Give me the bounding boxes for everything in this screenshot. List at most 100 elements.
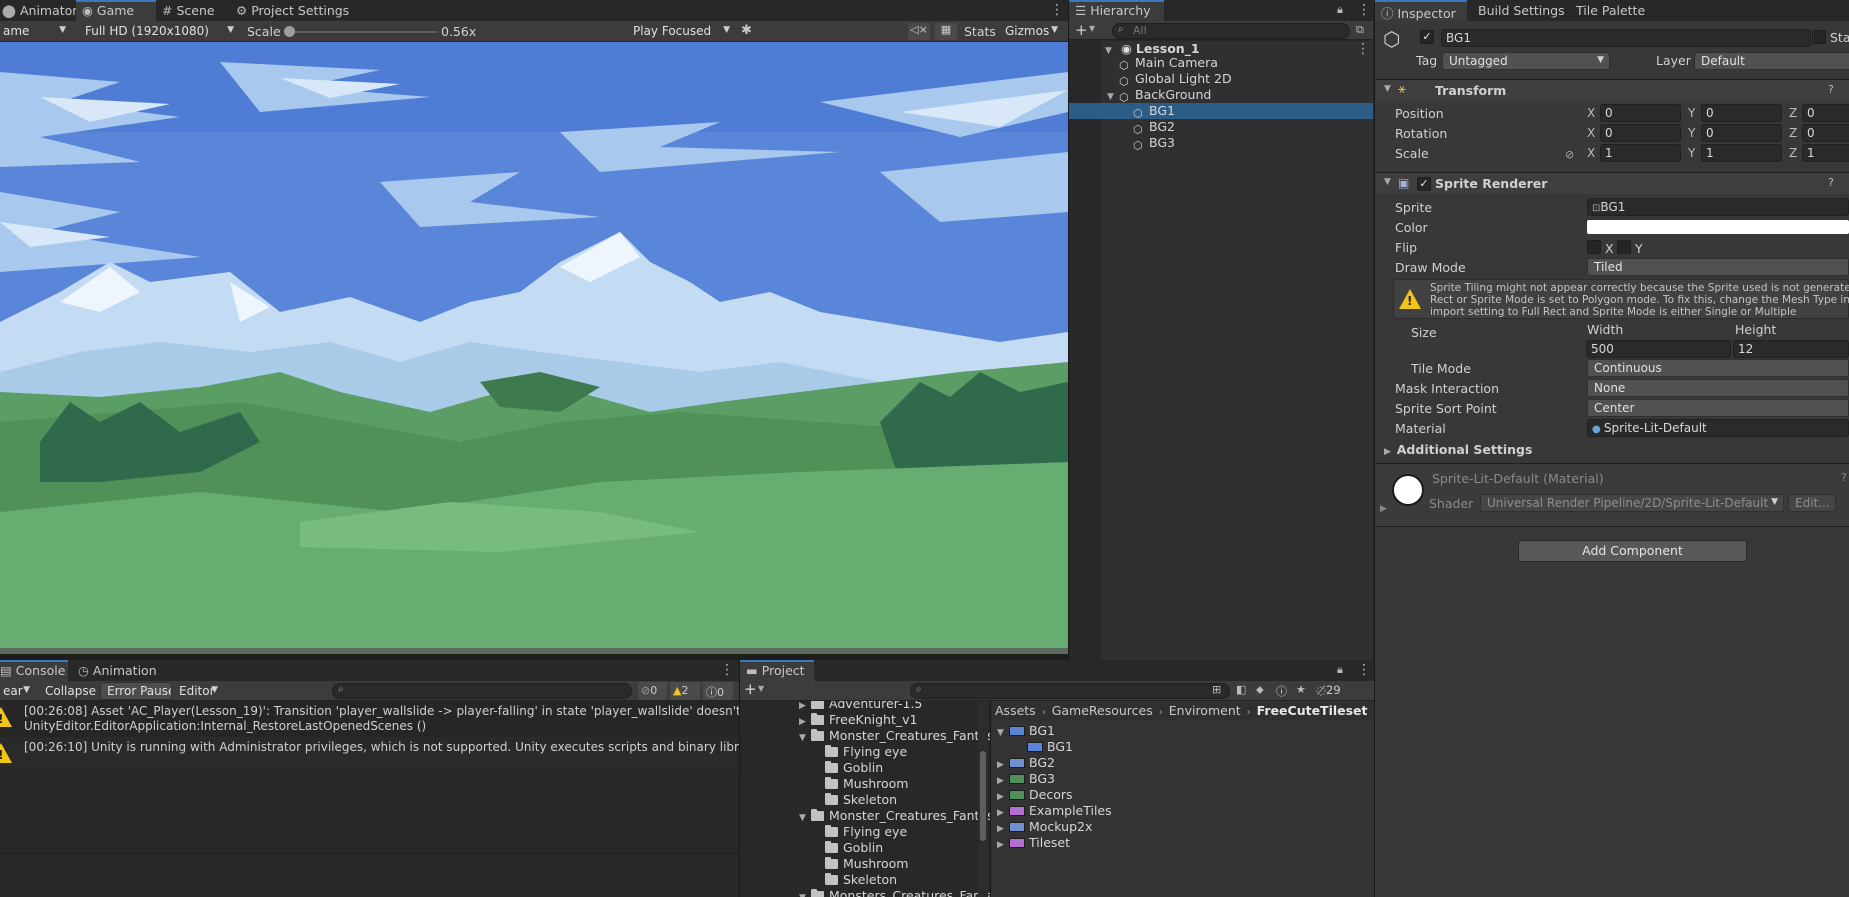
shader-edit-button[interactable]: Edit...	[1788, 494, 1836, 512]
draw-mode-dropdown[interactable]: Tiled	[1587, 258, 1849, 276]
help-icon[interactable]: ?	[1828, 176, 1834, 189]
color-swatch[interactable]	[1587, 220, 1849, 234]
tab-inspector[interactable]: ⓘ Inspector	[1375, 0, 1467, 21]
width-field[interactable]: 500	[1586, 340, 1731, 358]
height-field[interactable]: 12	[1733, 340, 1849, 358]
scale-field[interactable]: 1	[1802, 144, 1849, 162]
tab-hierarchy[interactable]: ☰ Hierarchy	[1069, 0, 1164, 21]
rotation-field[interactable]: 0	[1600, 124, 1681, 142]
tab-console[interactable]: ▤ Console	[0, 660, 68, 681]
shader-dropdown[interactable]: Universal Render Pipeline/2D/Sprite-Lit-…	[1480, 494, 1784, 512]
tab-game[interactable]: ◉ Game	[76, 0, 156, 21]
object-name-field[interactable]: BG1	[1441, 29, 1811, 47]
hierarchy-item[interactable]: ⬡ BG2	[1133, 119, 1175, 136]
display-dropdown[interactable]: ame ▼	[0, 22, 72, 40]
grid-toggle-icon[interactable]: ▦	[935, 23, 957, 40]
breadcrumb-item[interactable]: Enviroment	[1169, 703, 1241, 718]
project-search-input[interactable]: ⌕	[910, 683, 1230, 699]
add-icon[interactable]: +	[744, 680, 757, 698]
position-field[interactable]: 0	[1701, 104, 1782, 122]
project-asset-item[interactable]: ▶ ExampleTiles	[997, 803, 1112, 819]
chevron-down-icon[interactable]: ▼	[1089, 24, 1095, 33]
bug-icon[interactable]: ✱	[741, 23, 752, 38]
breadcrumb-item[interactable]: FreeCuteTileset	[1257, 703, 1368, 718]
hidden-packages-toggle[interactable]: ◌̸29	[1316, 683, 1341, 697]
clear-dropdown[interactable]: ear ▼	[0, 682, 36, 700]
project-folder-item[interactable]: ▶ FreeKnight_v1	[799, 712, 917, 728]
breadcrumb-item[interactable]: Assets	[995, 703, 1036, 718]
filter-by-type-icon[interactable]: ◧	[1236, 683, 1246, 696]
static-checkbox[interactable]	[1812, 30, 1826, 44]
scale-slider[interactable]	[284, 26, 437, 37]
sprite-renderer-enabled-checkbox[interactable]: ✓	[1417, 177, 1431, 191]
console-search-input[interactable]: ⌕	[332, 683, 632, 699]
project-folder-item[interactable]: Skeleton	[813, 792, 897, 808]
filter-by-label-icon[interactable]: ⬥	[1256, 683, 1264, 697]
project-folder-item[interactable]: Skeleton	[813, 872, 897, 888]
breadcrumb-item[interactable]: GameResources	[1052, 703, 1153, 718]
kebab-menu-icon[interactable]: ⋮	[1050, 2, 1064, 18]
editor-dropdown[interactable]: Editor ▼	[172, 682, 224, 700]
active-checkbox[interactable]: ✓	[1420, 30, 1434, 44]
search-by-type-icon[interactable]: ⊞	[1212, 683, 1221, 696]
project-asset-item[interactable]: ▶ Tileset	[997, 835, 1070, 851]
project-asset-item[interactable]: ▶ BG3	[997, 771, 1055, 787]
project-folder-item[interactable]: Goblin	[813, 840, 883, 856]
hierarchy-search-input[interactable]: ⌕ All	[1112, 23, 1350, 39]
chevron-down-icon[interactable]: ▼	[758, 684, 764, 693]
additional-settings-foldout[interactable]: ▶ Additional Settings	[1384, 442, 1532, 457]
rotation-field[interactable]: 0	[1701, 124, 1782, 142]
scale-field[interactable]: 1	[1701, 144, 1782, 162]
position-field[interactable]: 0	[1802, 104, 1849, 122]
scene-visibility-icon[interactable]: ⧉	[1356, 23, 1364, 37]
game-view[interactable]	[0, 42, 1068, 654]
project-folder-item[interactable]: Flying eye	[813, 824, 907, 840]
sprite-field[interactable]: ⊡BG1	[1587, 198, 1849, 216]
tag-dropdown[interactable]: Untagged ▼	[1442, 52, 1610, 70]
project-asset-item[interactable]: ▶ Mockup2x	[997, 819, 1092, 835]
constrain-proportions-icon[interactable]: ⊘	[1565, 148, 1574, 161]
scale-slider-thumb[interactable]	[284, 26, 295, 37]
tab-animation[interactable]: ◷ Animation	[72, 660, 163, 681]
tab-animator[interactable]: ⬤ Animator	[0, 0, 83, 21]
sprite-sort-point-dropdown[interactable]: Center	[1587, 399, 1849, 417]
collapse-toggle[interactable]: Collapse	[38, 682, 98, 700]
project-folder-item[interactable]: ▶ Adventurer-1.5	[799, 701, 922, 712]
kebab-menu-icon[interactable]: ⋮	[720, 662, 734, 678]
tab-build-settings[interactable]: Build Settings	[1472, 0, 1571, 21]
play-mode-dropdown[interactable]: Play Focused ▼	[626, 22, 736, 40]
kebab-menu-icon[interactable]: ⋮	[1357, 662, 1371, 678]
tab-scene[interactable]: # Scene	[156, 0, 221, 21]
project-asset-item[interactable]: ▶ Decors	[997, 787, 1073, 803]
project-asset-item[interactable]: ▼ BG1	[997, 723, 1055, 739]
project-folder-item[interactable]: Goblin	[813, 760, 883, 776]
mask-interaction-dropdown[interactable]: None	[1587, 379, 1849, 397]
tile-mode-dropdown[interactable]: Continuous	[1587, 359, 1849, 377]
project-folder-item[interactable]: ▼ Monster_Creatures_Fantasy(	[799, 808, 990, 824]
hierarchy-item[interactable]: ⬡ BG1	[1133, 103, 1175, 120]
project-folder-item[interactable]: ▼ Monsters_Creatures_Fantasy	[799, 888, 990, 897]
info-icon[interactable]: ⓘ	[1276, 683, 1287, 699]
material-field[interactable]: ● Sprite-Lit-Default	[1587, 419, 1849, 437]
rotation-field[interactable]: 0	[1802, 124, 1849, 142]
lock-icon[interactable]: 🔒︎	[1337, 663, 1343, 677]
kebab-menu-icon[interactable]: ⋮	[1357, 2, 1371, 18]
transform-header[interactable]: ▼ ⚹ Transform ?	[1376, 79, 1849, 101]
layer-dropdown[interactable]: Default	[1694, 52, 1849, 70]
kebab-menu-icon[interactable]: ⋮	[1356, 41, 1370, 57]
project-folder-item[interactable]: Flying eye	[813, 744, 907, 760]
lock-icon[interactable]: 🔒︎	[1337, 3, 1343, 17]
info-count-toggle[interactable]: ⓘ0	[703, 682, 733, 700]
tab-project[interactable]: ▬ Project	[740, 660, 814, 681]
resolution-dropdown[interactable]: Full HD (1920x1080) ▼	[78, 22, 240, 40]
scrollbar-thumb[interactable]	[980, 751, 986, 841]
hierarchy-item[interactable]: ⬡ Main Camera	[1119, 55, 1218, 72]
project-folder-item[interactable]: Mushroom	[813, 776, 908, 792]
project-asset-item[interactable]: ▶ BG2	[997, 755, 1055, 771]
position-field[interactable]: 0	[1600, 104, 1681, 122]
favorite-star-icon[interactable]: ★	[1296, 683, 1306, 696]
hierarchy-item[interactable]: ⬡ Global Light 2D	[1119, 71, 1232, 88]
hierarchy-item[interactable]: ⬡ BG3	[1133, 135, 1175, 152]
console-log-entry[interactable]: ! [00:26:08] Asset 'AC_Player(Lesson_19)'…	[0, 701, 793, 737]
help-icon[interactable]: ?	[1841, 471, 1847, 484]
